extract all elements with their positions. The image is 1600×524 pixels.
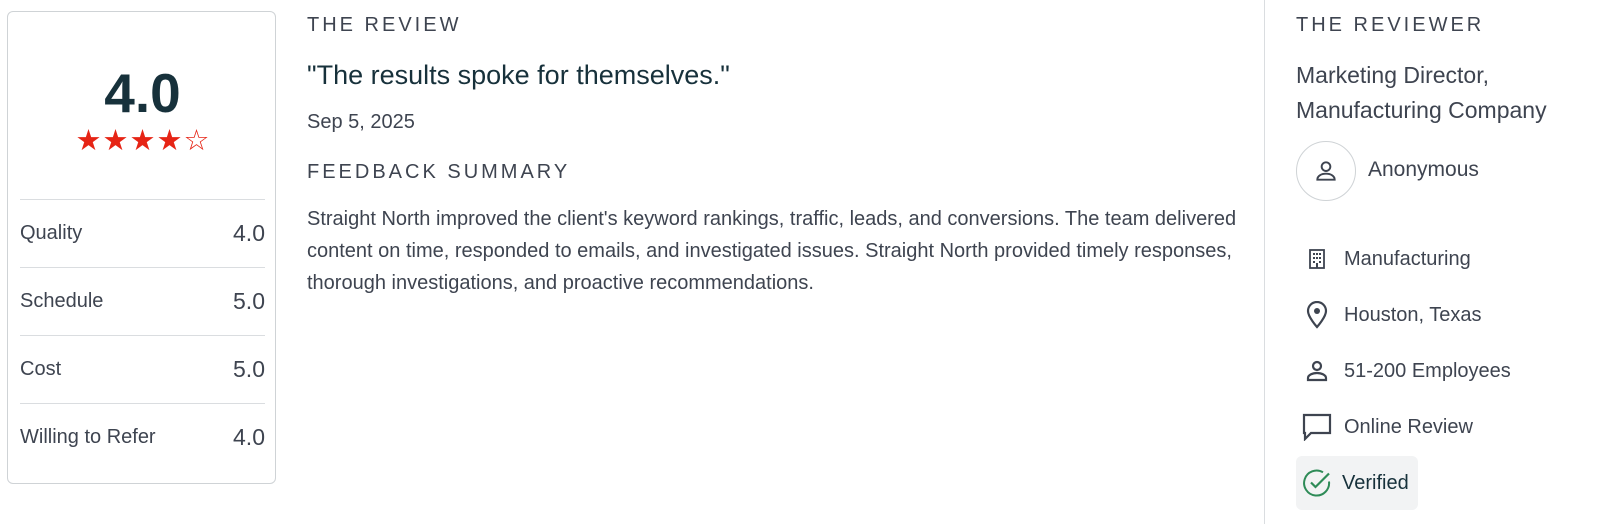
verified-text: Verified <box>1342 471 1409 494</box>
star-filled-icon: ★ <box>102 125 129 157</box>
industry-row: Manufacturing <box>1300 242 1471 276</box>
overall-score: 4.0 <box>104 62 181 124</box>
person-icon <box>1300 354 1334 388</box>
review-date: Sep 5, 2025 <box>307 111 415 133</box>
rating-label: Willing to Refer <box>20 426 156 448</box>
rating-value: 5.0 <box>233 288 265 314</box>
verified-badge: Verified <box>1296 456 1418 510</box>
chat-bubble-icon <box>1300 410 1334 444</box>
review-heading: THE REVIEW <box>307 14 462 36</box>
rating-card: 4.0 ★★★★☆ Quality 4.0 Schedule 5.0 Cost … <box>7 11 276 484</box>
column-divider <box>1264 0 1265 524</box>
user-icon <box>1316 161 1336 181</box>
company-size-text: 51-200 Employees <box>1344 359 1511 382</box>
star-filled-icon: ★ <box>75 125 102 157</box>
reviewer-name: Anonymous <box>1368 158 1479 181</box>
feedback-summary-text: Straight North improved the client's key… <box>307 208 1237 294</box>
check-circle-icon <box>1302 468 1332 498</box>
star-filled-icon: ★ <box>156 125 183 157</box>
industry-text: Manufacturing <box>1344 247 1471 270</box>
rating-value: 4.0 <box>233 424 265 450</box>
rating-row-quality: Quality 4.0 <box>20 199 265 267</box>
rating-label: Cost <box>20 358 62 380</box>
feedback-summary-heading: FEEDBACK SUMMARY <box>307 161 571 183</box>
review-type-text: Online Review <box>1344 415 1473 438</box>
star-rating: ★★★★☆ <box>8 127 277 156</box>
review-title: "The results spoke for themselves." <box>307 60 730 90</box>
reviewer-heading: THE REVIEWER <box>1296 14 1485 36</box>
company-size-row: 51-200 Employees <box>1300 354 1511 388</box>
review-type-row: Online Review <box>1300 410 1473 444</box>
star-empty-icon: ☆ <box>183 125 210 157</box>
rating-breakdown: Quality 4.0 Schedule 5.0 Cost 5.0 Willin… <box>20 199 265 471</box>
location-text: Houston, Texas <box>1344 303 1482 326</box>
rating-row-willing-to-refer: Willing to Refer 4.0 <box>20 403 265 471</box>
location-pin-icon <box>1300 298 1334 332</box>
rating-row-cost: Cost 5.0 <box>20 335 265 403</box>
star-filled-icon: ★ <box>129 125 156 157</box>
rating-label: Schedule <box>20 290 104 312</box>
avatar <box>1296 141 1356 201</box>
rating-value: 5.0 <box>233 356 265 382</box>
rating-value: 4.0 <box>233 220 265 246</box>
location-row: Houston, Texas <box>1300 298 1482 332</box>
reviewer-title: Marketing Director, <box>1296 62 1490 88</box>
reviewer-role: Marketing Director, Manufacturing Compan… <box>1296 58 1596 128</box>
rating-label: Quality <box>20 222 83 244</box>
rating-row-schedule: Schedule 5.0 <box>20 267 265 335</box>
building-icon <box>1300 242 1334 276</box>
reviewer-company: Manufacturing Company <box>1296 97 1547 123</box>
